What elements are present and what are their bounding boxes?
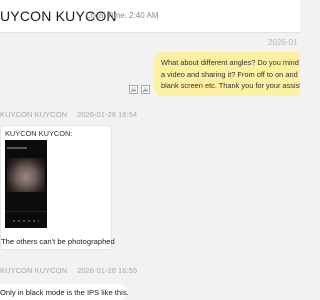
broken-image-icon[interactable] [129,85,138,94]
message-timestamp: 2026-01-28 16:55 [77,266,138,275]
sender-name: KUYCON KUYCON [0,110,68,119]
thumbnail-detail [5,211,47,212]
broken-image-icon[interactable] [141,85,150,94]
thumbnail-detail [7,147,27,149]
thumbnail-detail [13,220,39,222]
chat-header: UYCON KUYCON Local Time: 2:40 AM [0,0,300,33]
message-timestamp: 2026-01-28 16:54 [77,110,138,119]
sender-name: KUYCON KUYCON [0,266,68,275]
message-sender-line: KUYCON KUYCON 2026-01-28 16:54 [0,110,137,119]
message-text: Only in black mode is the IPS like this. [0,288,129,297]
message-sender-line: KUYCON KUYCON 2026-01-28 16:55 [0,266,137,275]
thumbnail-detail [7,158,45,192]
image-caption: The others can't be photographed [1,237,115,246]
forwarded-sender-label: KUYCON KUYCON: [5,129,73,138]
local-time: Local Time: 2:40 AM [86,11,159,20]
outgoing-message-bubble: What about different angles? Do you mind… [154,52,300,96]
photo-thumbnail[interactable] [5,140,47,228]
incoming-message-bubble: Only in black mode is the IPS like this. [0,284,129,300]
message-thread[interactable]: 2026-01 What about different angles? Do … [0,33,300,300]
message-timestamp: 2026-01 [268,38,298,47]
incoming-image-message: KUYCON KUYCON: The others can't be photo… [0,125,115,250]
message-text-line: What about different angles? Do you mind… [161,58,300,67]
message-text-line: blank screen etc. Thank you for your ass… [161,81,300,90]
message-text-line: a video and sharing it? From off to on a… [161,69,300,79]
